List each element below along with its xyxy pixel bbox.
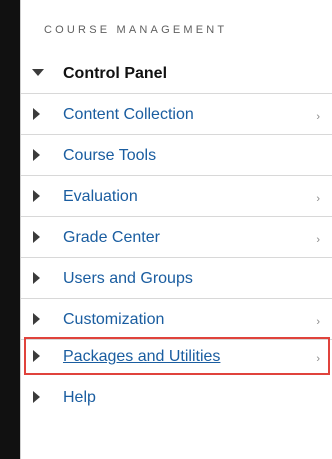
chevron-right-icon: ›: [316, 111, 320, 123]
menu-item-label: Packages and Utilities: [63, 348, 221, 365]
triangle-right-icon: [33, 313, 40, 325]
triangle-right-icon: [33, 149, 40, 161]
triangle-right-icon: [33, 190, 40, 202]
triangle-right-icon: [33, 231, 40, 243]
menu-item-content-collection[interactable]: Content Collection ›: [21, 96, 332, 135]
triangle-right-icon: [33, 391, 40, 403]
triangle-right-icon: [33, 272, 40, 284]
menu-item-evaluation[interactable]: Evaluation ›: [21, 178, 332, 217]
menu-item-label: Customization: [63, 311, 165, 328]
chevron-right-icon: ›: [316, 193, 320, 205]
menu-item-label: Content Collection: [63, 106, 194, 123]
menu-item-users-and-groups[interactable]: Users and Groups: [21, 260, 332, 299]
menu-item-customization[interactable]: Customization ›: [21, 301, 332, 340]
menu-item-grade-center[interactable]: Grade Center ›: [21, 219, 332, 258]
triangle-right-icon: [33, 108, 40, 120]
triangle-down-icon: [32, 69, 44, 76]
course-management-panel: COURSE MANAGEMENT Control Panel Content …: [0, 0, 332, 459]
triangle-right-icon: [33, 350, 40, 362]
chevron-right-icon: ›: [316, 353, 320, 365]
left-dark-bar: [0, 0, 20, 459]
menu-item-label: Help: [63, 389, 96, 406]
chevron-right-icon: ›: [316, 316, 320, 328]
menu-item-control-panel[interactable]: Control Panel: [21, 55, 332, 94]
menu-item-packages-and-utilities[interactable]: Packages and Utilities ›: [21, 338, 332, 376]
menu-item-label: Evaluation: [63, 188, 138, 205]
menu-item-label: Users and Groups: [63, 270, 193, 287]
menu-item-course-tools[interactable]: Course Tools: [21, 137, 332, 176]
menu-item-label: Control Panel: [63, 65, 168, 82]
menu-item-label: Grade Center: [63, 229, 160, 246]
chevron-right-icon: ›: [316, 234, 320, 246]
menu-item-label: Course Tools: [63, 147, 157, 164]
menu-item-help[interactable]: Help: [21, 379, 332, 417]
menu-header: COURSE MANAGEMENT: [44, 24, 228, 36]
